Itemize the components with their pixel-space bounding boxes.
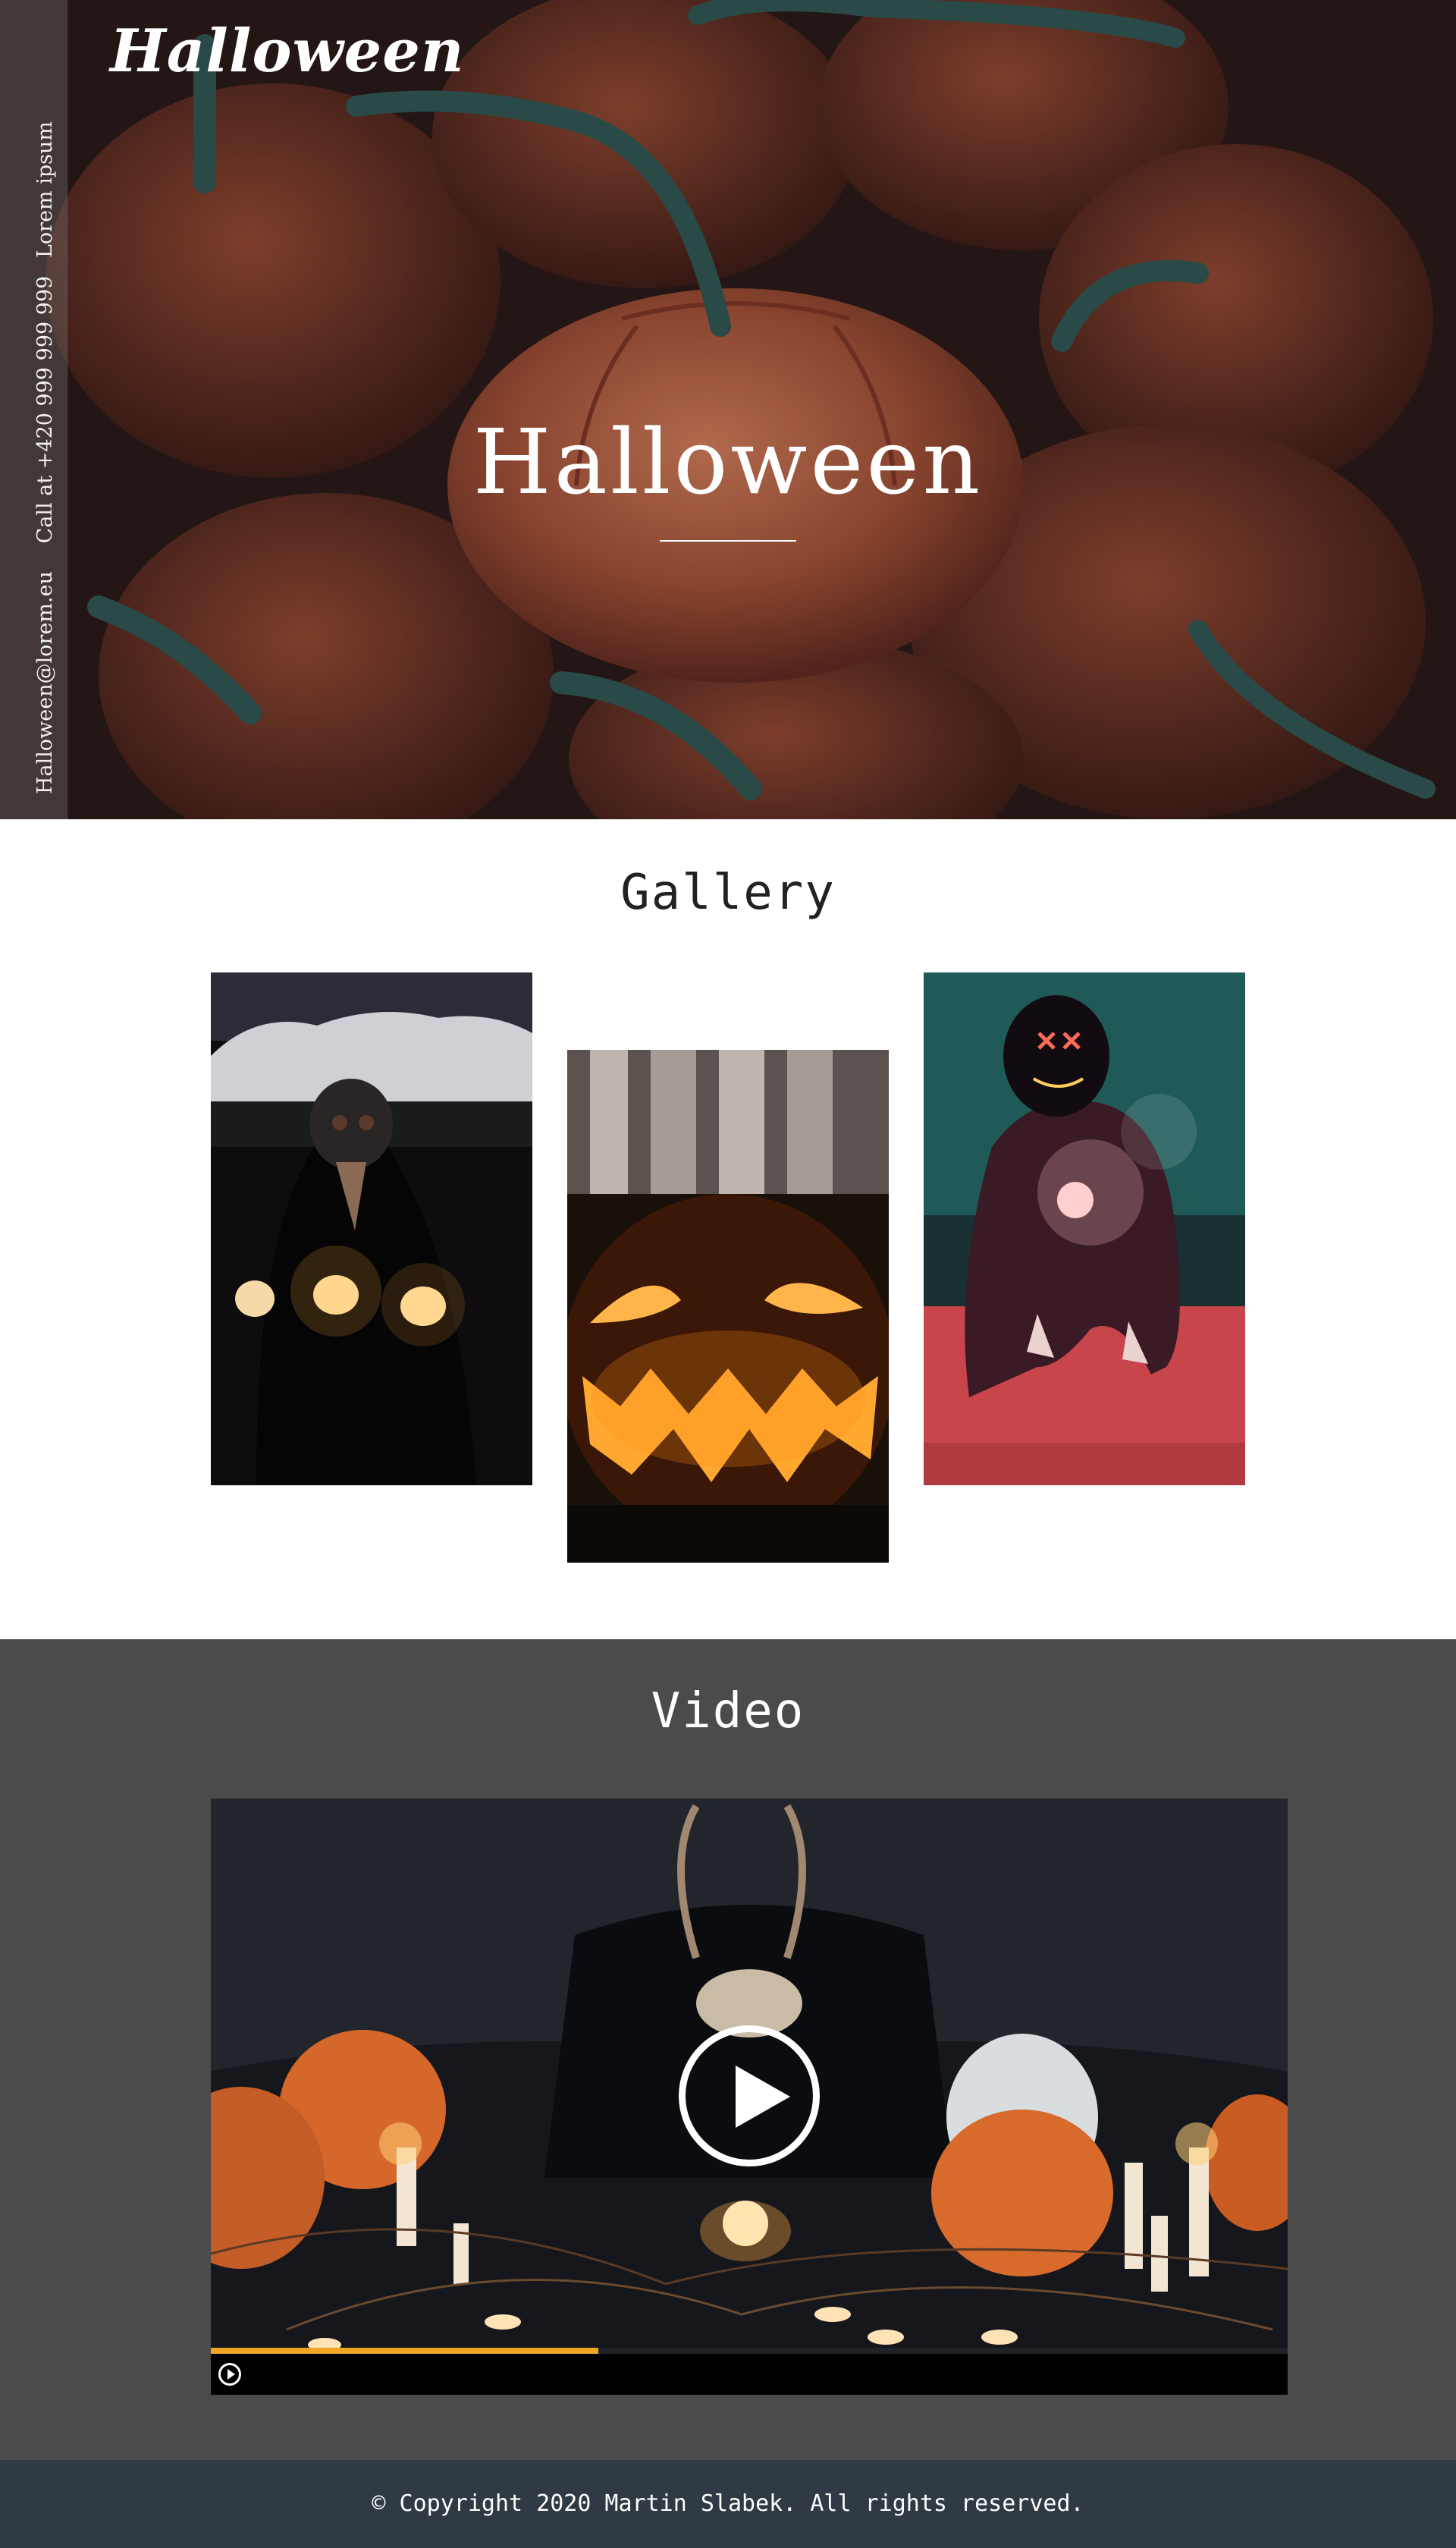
- side-link-email[interactable]: Halloween@lorem.eu: [33, 571, 57, 794]
- video-progress-fill: [211, 2348, 599, 2354]
- gallery-section: Gallery: [0, 819, 1456, 1639]
- video-title: Video: [651, 1683, 805, 1739]
- gallery-image-plague-doctor[interactable]: [211, 972, 532, 1485]
- video-player[interactable]: [211, 1799, 1288, 2395]
- gallery-image-neon-mask[interactable]: [924, 972, 1245, 1485]
- video-controls: [211, 2354, 1288, 2395]
- copyright-text: © Copyright 2020 Martin Slabek. All righ…: [372, 2490, 1084, 2517]
- play-button[interactable]: [679, 2025, 820, 2166]
- video-progress-bar[interactable]: [211, 2348, 1288, 2354]
- gallery-image-jack-o-lantern[interactable]: [567, 1050, 889, 1563]
- footer: © Copyright 2020 Martin Slabek. All righ…: [0, 2460, 1456, 2548]
- hero-divider: [660, 540, 796, 542]
- gallery-title: Gallery: [620, 865, 836, 921]
- hero-title: Halloween: [472, 410, 984, 514]
- video-section: Video: [0, 1639, 1456, 2460]
- side-link-lorem[interactable]: Lorem ipsum: [33, 121, 57, 258]
- control-play-icon[interactable]: [218, 2363, 241, 2386]
- hero-section: Lorem ipsum Call at +420 999 999 999 Hal…: [0, 0, 1456, 819]
- site-logo[interactable]: Halloween: [110, 17, 465, 86]
